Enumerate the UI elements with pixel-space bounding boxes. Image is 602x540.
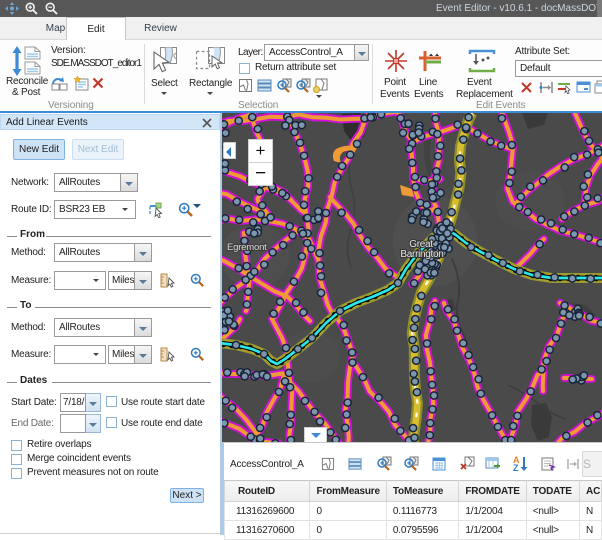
svg-text:Barrington: Barrington [400,249,443,260]
svg-text:Z: Z [513,463,519,472]
svg-text:Egremont: Egremont [227,242,267,253]
